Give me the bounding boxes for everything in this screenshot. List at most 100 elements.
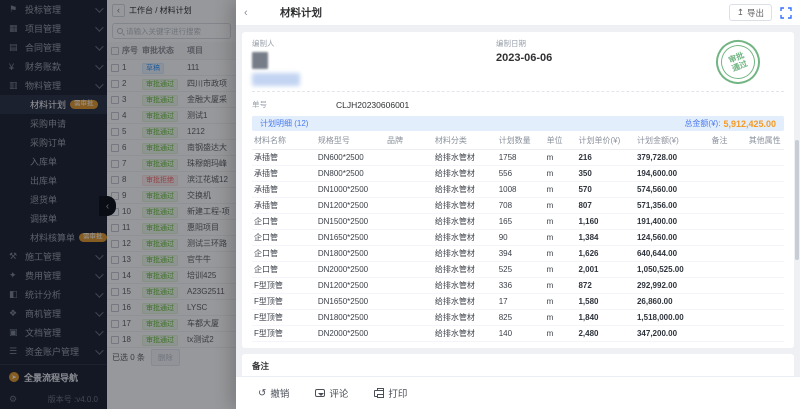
- print-button[interactable]: 打印: [374, 386, 407, 400]
- drawer-body: 编制人 编制日期 2023-06-06 审批通过 单号 CLJH20230606…: [236, 26, 800, 376]
- export-button[interactable]: ↥ 导出: [729, 4, 772, 21]
- cell-other: [747, 325, 784, 341]
- table-row: F型顶管 DN1650*2500 给排水管材 17 m 1,580 26,860…: [252, 293, 784, 309]
- comment-label: 评论: [329, 386, 348, 400]
- cell-price: 1,626: [576, 245, 635, 261]
- table-row: 承插管 DN600*2500 给排水管材 1758 m 216 379,728.…: [252, 149, 784, 165]
- cell-material-name: 承插管: [252, 181, 316, 197]
- drawer-scrollbar[interactable]: [795, 140, 799, 260]
- cell-category: 给排水管材: [433, 229, 497, 245]
- remark-label: 备注: [252, 360, 784, 372]
- cell-amount: 574,560.00: [635, 181, 709, 197]
- cell-qty: 1758: [497, 149, 545, 165]
- cell-remark: [709, 293, 746, 309]
- cell-material-name: 企口管: [252, 245, 316, 261]
- cell-qty: 525: [497, 261, 545, 277]
- cell-category: 给排水管材: [433, 245, 497, 261]
- cell-spec: DN1200*2500: [316, 277, 385, 293]
- cell-other: [747, 181, 784, 197]
- cell-price: 872: [576, 277, 635, 293]
- cell-other: [747, 149, 784, 165]
- table-row: 企口管 DN1500*2500 给排水管材 165 m 1,160 191,40…: [252, 213, 784, 229]
- plan-info-row: 编制人 编制日期 2023-06-06 审批通过: [252, 38, 784, 86]
- cell-price: 807: [576, 197, 635, 213]
- comment-button[interactable]: 评论: [315, 386, 348, 400]
- cell-unit: m: [545, 277, 577, 293]
- col-qty: 计划数量: [497, 133, 545, 149]
- cell-qty: 17: [497, 293, 545, 309]
- divider: [252, 91, 784, 92]
- cell-spec: DN1000*2500: [316, 181, 385, 197]
- table-row: F型顶管 DN2000*2500 给排水管材 140 m 2,480 347,2…: [252, 325, 784, 341]
- fullscreen-icon[interactable]: [780, 7, 792, 19]
- date-field: 编制日期 2023-06-06: [496, 38, 552, 86]
- cell-qty: 1008: [497, 181, 545, 197]
- table-row: 企口管 DN1800*2500 给排水管材 394 m 1,626 640,64…: [252, 245, 784, 261]
- modal-mask[interactable]: [0, 0, 236, 409]
- undo-label: 撤销: [270, 386, 289, 400]
- cell-remark: [709, 277, 746, 293]
- cell-price: 350: [576, 165, 635, 181]
- cell-amount: 347,200.00: [635, 325, 709, 341]
- print-label: 打印: [388, 386, 407, 400]
- material-table: 材料名称 规格型号 品牌 材料分类 计划数量 单位 计划单价(¥) 计划金额(¥…: [252, 133, 784, 342]
- cell-qty: 825: [497, 309, 545, 325]
- cell-brand: [385, 149, 433, 165]
- undo-button[interactable]: ↺ 撤销: [258, 386, 289, 400]
- cell-material-name: 企口管: [252, 229, 316, 245]
- cell-qty: 336: [497, 277, 545, 293]
- date-label: 编制日期: [496, 38, 552, 49]
- cell-unit: m: [545, 197, 577, 213]
- cell-spec: DN1650*2500: [316, 293, 385, 309]
- cell-amount: 1,518,000.00: [635, 309, 709, 325]
- cell-qty: 165: [497, 213, 545, 229]
- remark-card: 备注 暂无备注: [242, 354, 794, 377]
- cell-other: [747, 309, 784, 325]
- creator-avatar: [252, 52, 268, 69]
- cell-material-name: F型顶管: [252, 325, 316, 341]
- cell-material-name: 承插管: [252, 149, 316, 165]
- cell-brand: [385, 165, 433, 181]
- drawer-collapse-icon[interactable]: ‹: [244, 7, 258, 19]
- cell-amount: 191,400.00: [635, 213, 709, 229]
- total-label: 总金额(¥):: [684, 118, 720, 129]
- cell-amount: 640,644.00: [635, 245, 709, 261]
- cell-remark: [709, 181, 746, 197]
- cell-unit: m: [545, 213, 577, 229]
- cell-brand: [385, 245, 433, 261]
- cell-unit: m: [545, 149, 577, 165]
- cell-brand: [385, 277, 433, 293]
- col-material-name: 材料名称: [252, 133, 316, 149]
- table-row: 承插管 DN1000*2500 给排水管材 1008 m 570 574,560…: [252, 181, 784, 197]
- cell-price: 570: [576, 181, 635, 197]
- cell-unit: m: [545, 261, 577, 277]
- cell-material-name: 承插管: [252, 197, 316, 213]
- cell-brand: [385, 213, 433, 229]
- detail-summary-bar: 计划明细 (12) 总金额(¥): 5,912,425.00: [252, 116, 784, 131]
- cell-unit: m: [545, 325, 577, 341]
- cell-remark: [709, 245, 746, 261]
- cell-amount: 292,992.00: [635, 277, 709, 293]
- cell-remark: [709, 165, 746, 181]
- cell-qty: 140: [497, 325, 545, 341]
- cell-category: 给排水管材: [433, 309, 497, 325]
- cell-unit: m: [545, 309, 577, 325]
- plan-detail-card: 编制人 编制日期 2023-06-06 审批通过 单号 CLJH20230606…: [242, 32, 794, 348]
- approval-stamp: 审批通过: [709, 33, 766, 90]
- undo-icon: ↺: [258, 388, 266, 399]
- table-row: F型顶管 DN1200*2500 给排水管材 336 m 872 292,992…: [252, 277, 784, 293]
- cell-other: [747, 213, 784, 229]
- table-row: 承插管 DN1200*2500 给排水管材 708 m 807 571,356.…: [252, 197, 784, 213]
- order-row: 单号 CLJH20230606001: [252, 97, 784, 112]
- cell-category: 给排水管材: [433, 197, 497, 213]
- order-label: 单号: [252, 99, 336, 110]
- table-header-row: 材料名称 规格型号 品牌 材料分类 计划数量 单位 计划单价(¥) 计划金额(¥…: [252, 133, 784, 149]
- cell-amount: 124,560.00: [635, 229, 709, 245]
- col-unit: 单位: [545, 133, 577, 149]
- cell-material-name: 承插管: [252, 165, 316, 181]
- cell-spec: DN2000*2500: [316, 325, 385, 341]
- col-category: 材料分类: [433, 133, 497, 149]
- drawer-title: 材料计划: [280, 5, 729, 20]
- cell-other: [747, 277, 784, 293]
- cell-category: 给排水管材: [433, 325, 497, 341]
